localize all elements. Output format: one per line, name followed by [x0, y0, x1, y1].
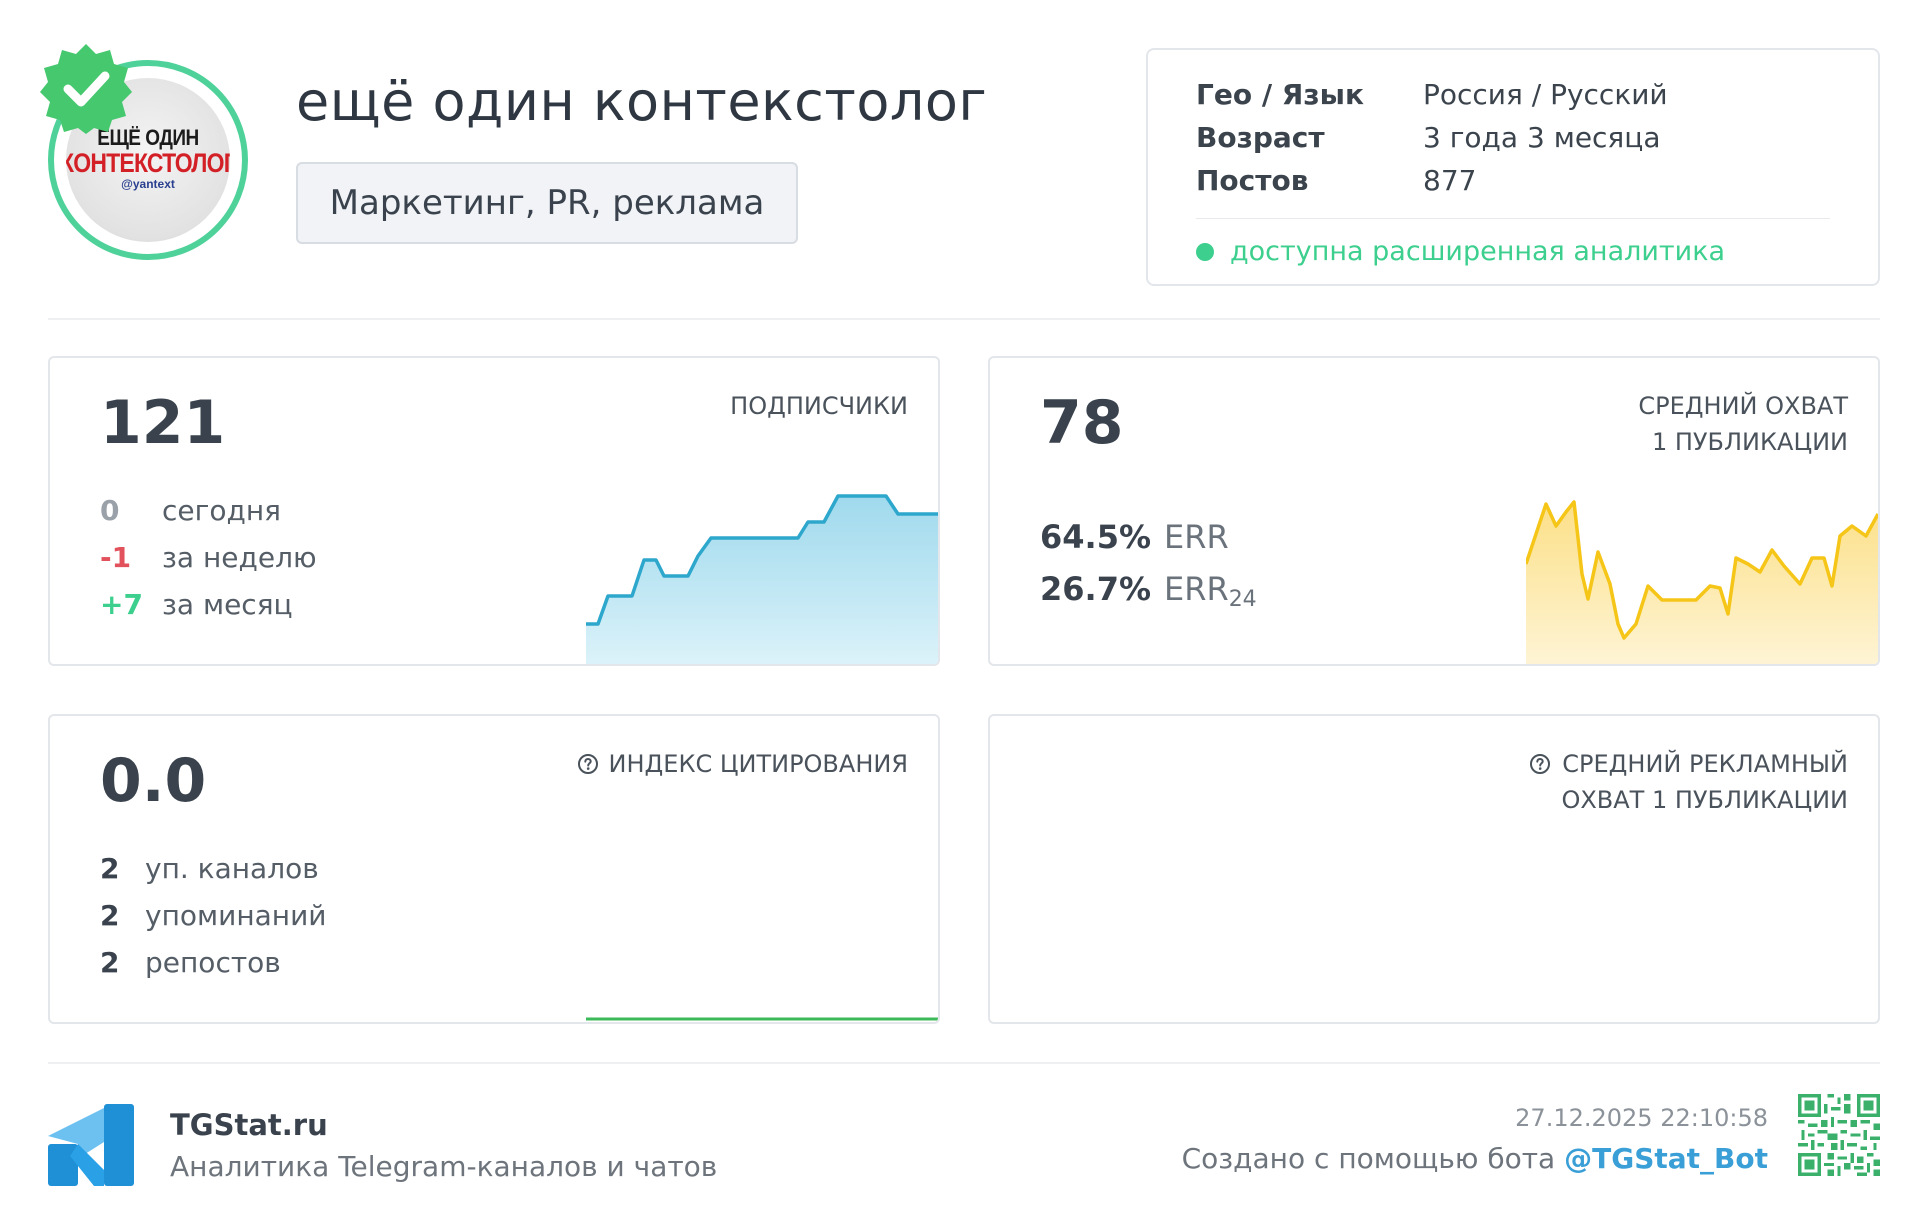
- subscribers-label: ПОДПИСЧИКИ: [730, 392, 908, 420]
- stat-row-channels: 2 уп. каналов: [100, 852, 319, 885]
- info-row-geo: Гео / Язык Россия / Русский: [1196, 78, 1668, 111]
- stat-num: 0: [100, 494, 120, 527]
- citation-index-card[interactable]: 0.0 ИНДЕКС ЦИТИРОВАНИЯ 2 уп. каналов 2 у…: [48, 714, 940, 1024]
- channel-title: ещё один контекстолог: [296, 70, 988, 133]
- footer-divider: [48, 1062, 1880, 1064]
- stat-row-month: +7 за месяц: [100, 588, 293, 621]
- analytics-note-text: доступна расширенная аналитика: [1230, 236, 1726, 267]
- verified-badge-icon: [40, 44, 132, 134]
- stat-num: +7: [100, 588, 143, 621]
- info-value: 3 года 3 месяца: [1423, 121, 1661, 154]
- brand-name[interactable]: TGStat.ru: [170, 1108, 328, 1142]
- stat-num: 2: [100, 946, 120, 979]
- stat-text: упоминаний: [145, 899, 327, 932]
- info-value: 877: [1423, 164, 1477, 197]
- citation-label-text: ИНДЕКС ЦИТИРОВАНИЯ: [608, 750, 908, 778]
- help-circle-icon[interactable]: [577, 753, 599, 775]
- reach-sparkline: [1526, 500, 1878, 664]
- info-key: Возраст: [1196, 121, 1325, 154]
- citation-index-value: 0.0: [100, 746, 207, 816]
- ad-reach-label: СРЕДНИЙ РЕКЛАМНЫЙ ОХВАТ 1 ПУБЛИКАЦИИ: [1529, 746, 1848, 818]
- reach-value: 78: [1040, 388, 1124, 458]
- err24-subscript: 24: [1228, 587, 1257, 612]
- reach-label-line1: СРЕДНИЙ ОХВАТ: [1638, 392, 1848, 420]
- stat-text: сегодня: [162, 494, 281, 527]
- stat-text: за неделю: [162, 541, 317, 574]
- reach-label: СРЕДНИЙ ОХВАТ 1 ПУБЛИКАЦИИ: [1638, 388, 1848, 460]
- ad-reach-label-line1: СРЕДНИЙ РЕКЛАМНЫЙ: [1562, 750, 1848, 778]
- stat-text: за месяц: [162, 588, 293, 621]
- stat-text: уп. каналов: [145, 852, 319, 885]
- subscribers-sparkline: [586, 494, 938, 664]
- created-with-bot: Создано с помощью бота @TGStat_Bot: [1182, 1142, 1768, 1175]
- category-tag[interactable]: Маркетинг, PR, реклама: [296, 162, 798, 244]
- info-row-age: Возраст 3 года 3 месяца: [1196, 121, 1661, 154]
- brand-tagline: Аналитика Telegram-каналов и чатов: [170, 1150, 718, 1183]
- err24-row: 26.7% ERR24: [1040, 570, 1257, 612]
- avatar-text-line2: КОНТЕКСТОЛОГ: [66, 148, 230, 178]
- info-key: Гео / Язык: [1196, 78, 1364, 111]
- citation-sparkline: [586, 1017, 938, 1021]
- bot-link[interactable]: @TGStat_Bot: [1564, 1142, 1768, 1175]
- err24-value: 26.7%: [1040, 570, 1152, 608]
- info-row-posts: Постов 877: [1196, 164, 1476, 197]
- extended-analytics-note: доступна расширенная аналитика: [1196, 236, 1725, 267]
- stat-num: 2: [100, 852, 120, 885]
- stat-row-week: -1 за неделю: [100, 541, 317, 574]
- reach-label-line2: 1 ПУБЛИКАЦИИ: [1651, 428, 1848, 456]
- ad-reach-label-line2: ОХВАТ 1 ПУБЛИКАЦИИ: [1561, 786, 1848, 814]
- ad-reach-card[interactable]: СРЕДНИЙ РЕКЛАМНЫЙ ОХВАТ 1 ПУБЛИКАЦИИ: [988, 714, 1880, 1024]
- err24-name: ERR24: [1164, 570, 1257, 612]
- created-with-text: Создано с помощью бота: [1181, 1142, 1556, 1175]
- err-name: ERR: [1164, 518, 1229, 556]
- reach-card[interactable]: 78 СРЕДНИЙ ОХВАТ 1 ПУБЛИКАЦИИ 64.5% ERR …: [988, 356, 1880, 666]
- info-value: Россия / Русский: [1423, 78, 1668, 111]
- citation-index-label: ИНДЕКС ЦИТИРОВАНИЯ: [577, 746, 908, 782]
- help-circle-icon[interactable]: [1529, 753, 1551, 775]
- stat-row-mentions: 2 упоминаний: [100, 899, 327, 932]
- info-key: Постов: [1196, 164, 1309, 197]
- status-dot-icon: [1196, 242, 1214, 261]
- generated-timestamp: 27.12.2025 22:10:58: [1515, 1104, 1768, 1132]
- header-divider: [48, 318, 1880, 320]
- subscribers-count: 121: [100, 388, 226, 458]
- tgstat-logo-icon[interactable]: [48, 1104, 134, 1186]
- subscribers-card[interactable]: 121 ПОДПИСЧИКИ 0 сегодня -1 за неделю +7…: [48, 356, 940, 666]
- stat-num: 2: [100, 899, 120, 932]
- stat-row-today: 0 сегодня: [100, 494, 281, 527]
- err-value: 64.5%: [1040, 518, 1152, 556]
- err-row: 64.5% ERR: [1040, 518, 1229, 556]
- qr-code-icon: [1798, 1094, 1880, 1176]
- channel-avatar: ЕЩЁ ОДИН КОНТЕКСТОЛОГ @yantext: [40, 42, 250, 262]
- channel-info-card: Гео / Язык Россия / Русский Возраст 3 го…: [1146, 48, 1880, 286]
- info-divider: [1196, 218, 1830, 219]
- stat-row-reposts: 2 репостов: [100, 946, 281, 979]
- stat-num: -1: [100, 541, 132, 574]
- stat-text: репостов: [145, 946, 281, 979]
